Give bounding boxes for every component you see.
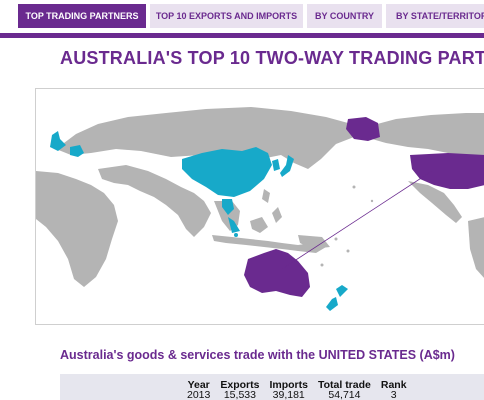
cell-year: 2013 [187, 389, 211, 400]
cell-exports: 15,533 [223, 389, 256, 400]
trade-table: Year Exports Imports Total trade Rank 20… [182, 380, 412, 400]
country-australia[interactable] [244, 249, 310, 297]
page-title: AUSTRALIA'S TOP 10 TWO-WAY TRADING PARTN… [60, 48, 484, 68]
table-row: 2013 15,533 39,181 54,714 3 [182, 390, 412, 400]
partner-korea[interactable] [272, 159, 280, 171]
cell-total-trade: 54,714 [328, 389, 361, 400]
cell-rank: 3 [390, 389, 397, 400]
world-map[interactable] [35, 88, 484, 325]
partner-new-zealand[interactable] [336, 285, 348, 297]
tab-top-trading-partners[interactable]: TOP TRADING PARTNERS [18, 4, 146, 28]
tab-by-state-territory[interactable]: BY STATE/TERRITORY [386, 4, 484, 28]
tab-top-10-exports-imports[interactable]: TOP 10 EXPORTS AND IMPORTS [150, 4, 303, 28]
world-map-svg [36, 107, 484, 311]
trade-table-panel: Year Exports Imports Total trade Rank 20… [60, 374, 484, 400]
trade-section-heading: Australia's goods & services trade with … [60, 348, 455, 362]
tab-by-country[interactable]: BY COUNTRY [307, 4, 382, 28]
tab-bar: TOP TRADING PARTNERS TOP 10 EXPORTS AND … [0, 0, 484, 38]
country-united-states[interactable] [410, 153, 484, 189]
partner-singapore[interactable] [234, 233, 238, 237]
trade-link-line [281, 170, 433, 270]
cell-imports: 39,181 [272, 389, 305, 400]
